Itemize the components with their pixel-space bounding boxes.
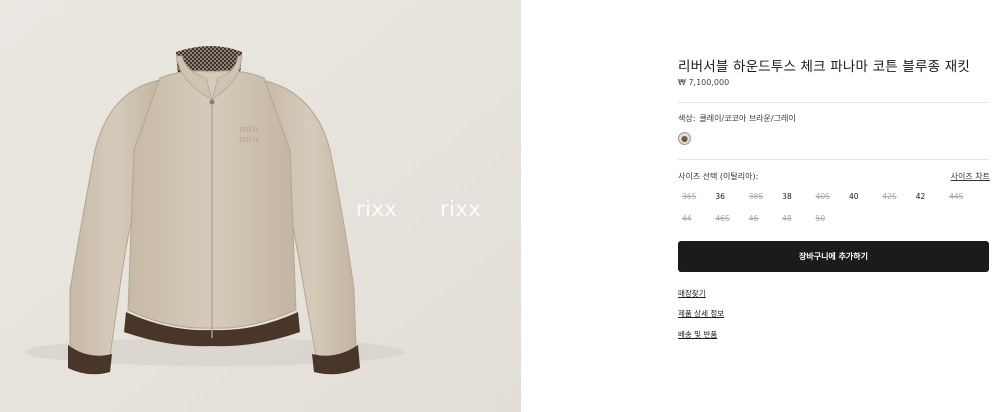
size-option-46[interactable]: 46 bbox=[745, 212, 778, 226]
divider bbox=[678, 102, 989, 103]
size-option-50[interactable]: 50 bbox=[812, 212, 845, 226]
product-image-gallery[interactable]: miu miu rixx rixx bbox=[0, 0, 521, 412]
store-locator-link[interactable]: 매장찾기 bbox=[678, 288, 706, 299]
shipping-returns-link[interactable]: 배송 및 반품 bbox=[678, 329, 717, 340]
size-options: 36S 36 38S 38 40S 40 42S 42 44S 44 46S 46 48 50 bbox=[678, 190, 990, 226]
size-chart-link[interactable]: 사이즈 차트 bbox=[951, 171, 990, 182]
size-option-38[interactable]: 38 bbox=[778, 190, 811, 204]
size-option-42[interactable]: 42 bbox=[912, 190, 945, 204]
size-option-44[interactable]: 44 bbox=[678, 212, 711, 226]
size-select-label: 사이즈 선택 (이탈리아): bbox=[678, 172, 759, 181]
svg-text:miu: miu bbox=[239, 135, 259, 145]
size-option-40s[interactable]: 40S bbox=[812, 190, 845, 204]
product-details-link[interactable]: 제품 상세 정보 bbox=[678, 308, 724, 319]
size-option-36[interactable]: 36 bbox=[711, 190, 744, 204]
color-name: 클레이/코코아 브라운/그레이 bbox=[699, 114, 796, 123]
product-price: ₩ 7,100,000 bbox=[678, 78, 730, 87]
product-title: 리버서블 하운드투스 체크 파나마 코튼 블루종 재킷 bbox=[678, 59, 970, 75]
size-option-40[interactable]: 40 bbox=[845, 190, 878, 204]
divider bbox=[678, 159, 989, 160]
svg-text:miu: miu bbox=[239, 125, 259, 135]
size-option-42s[interactable]: 42S bbox=[878, 190, 911, 204]
color-swatch[interactable] bbox=[678, 132, 691, 145]
add-to-cart-button[interactable]: 장바구니에 추가하기 bbox=[678, 241, 989, 272]
product-detail-panel: 리버서블 하운드투스 체크 파나마 코튼 블루종 재킷 ₩ 7,100,000 … bbox=[678, 0, 990, 412]
color-label-text: 색상: bbox=[678, 114, 696, 123]
watermark-text: rixx bbox=[356, 197, 398, 221]
size-option-36s[interactable]: 36S bbox=[678, 190, 711, 204]
watermark-text: rixx bbox=[440, 197, 482, 221]
size-option-38s[interactable]: 38S bbox=[745, 190, 778, 204]
size-option-44s[interactable]: 44S bbox=[945, 190, 978, 204]
color-label: 색상: 클레이/코코아 브라운/그레이 bbox=[678, 113, 796, 124]
size-option-48[interactable]: 48 bbox=[778, 212, 811, 226]
size-option-46s[interactable]: 46S bbox=[711, 212, 744, 226]
